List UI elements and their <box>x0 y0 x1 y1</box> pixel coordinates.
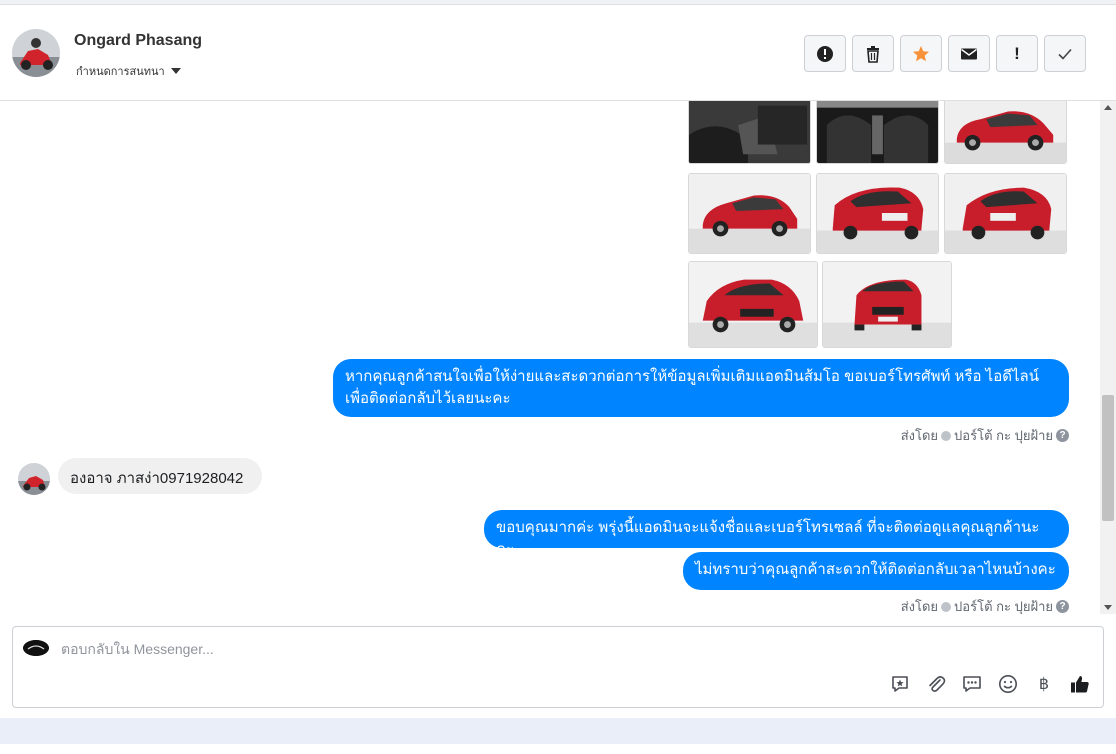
mark-done-button[interactable] <box>1044 35 1086 72</box>
sent-by-prefix: ส่งโดย <box>900 599 939 614</box>
car-photo-rear-quarter[interactable] <box>816 173 939 254</box>
delete-button[interactable] <box>852 35 894 72</box>
scroll-thumb[interactable] <box>1102 395 1114 521</box>
paperclip-icon <box>929 676 946 692</box>
star-button[interactable] <box>900 35 942 72</box>
reply-input[interactable] <box>61 639 861 659</box>
outgoing-message[interactable]: ไม่ทราบว่าคุณลูกค้าสะดวกให้ติดต่อกลับเวล… <box>683 552 1069 590</box>
saved-reply-icon <box>892 676 908 692</box>
report-spam-button[interactable] <box>804 35 846 72</box>
emoji-button[interactable] <box>997 673 1019 695</box>
conversation-scrollbar[interactable] <box>1100 101 1116 614</box>
baht-icon: ฿ <box>1038 676 1050 693</box>
bottom-strip <box>0 718 1116 744</box>
contact-avatar-small[interactable] <box>18 463 50 495</box>
car-photo-front-three-quarter[interactable] <box>688 261 818 348</box>
help-icon[interactable]: ? <box>1056 429 1069 442</box>
follow-up-button[interactable]: ! <box>996 35 1038 72</box>
mark-unread-button[interactable] <box>948 35 990 72</box>
star-icon <box>913 45 929 61</box>
agent-icon <box>941 601 952 612</box>
conversation-header: Ongard Phasang กำหนดการสนทนา ! <box>0 5 1116 101</box>
chat-bubble-icon <box>963 676 981 692</box>
sent-by-agent[interactable]: ปอร์โต้ กะ ปุยฝ้าย <box>954 425 1053 446</box>
car-photo-front-side[interactable] <box>944 101 1067 164</box>
help-icon[interactable]: ? <box>1056 600 1069 613</box>
messenger-inbox: Ongard Phasang กำหนดการสนทนา ! หากคุณลูก… <box>0 0 1116 754</box>
incoming-message[interactable]: องอาจ ภาสง่า0971928042 <box>58 458 262 494</box>
outgoing-message[interactable]: ขอบคุณมากค่ะ พรุ่งนี้แอดมินจะแจ้งชื่อและ… <box>484 510 1069 558</box>
contact-name[interactable]: Ongard Phasang <box>74 32 202 50</box>
assign-label: กำหนดการสนทนา <box>76 66 165 78</box>
smiley-icon <box>999 675 1017 693</box>
outgoing-message[interactable]: หากคุณลูกค้าสนใจเพื่อให้ง่ายและสะดวกต่อก… <box>333 359 1069 417</box>
composer-tools: ฿ <box>889 673 1091 695</box>
follow-up-label: ! <box>1014 43 1020 63</box>
agent-icon <box>941 430 952 441</box>
saved-reply-button[interactable] <box>889 673 911 695</box>
sent-by-info: ส่งโดย ปอร์โต้ กะ ปุยฝ้าย ? <box>901 596 1069 614</box>
envelope-icon <box>961 48 977 59</box>
chat-button[interactable] <box>961 673 983 695</box>
sent-by-info: ส่งโดย ปอร์โต้ กะ ปุยฝ้าย ? <box>901 425 1069 446</box>
assign-conversation-dropdown[interactable]: กำหนดการสนทนา <box>76 62 181 80</box>
like-button[interactable] <box>1069 673 1091 695</box>
car-photo-side[interactable] <box>688 173 811 254</box>
reply-composer: ฿ <box>12 626 1104 708</box>
caret-down-icon <box>170 68 181 74</box>
checkmark-icon <box>1058 48 1072 60</box>
scroll-up-arrow-icon[interactable] <box>1104 105 1112 110</box>
scroll-down-arrow-icon[interactable] <box>1104 605 1112 610</box>
contact-avatar[interactable] <box>12 29 60 77</box>
header-actions: ! <box>804 35 1086 72</box>
conversation-thread[interactable]: หากคุณลูกค้าสนใจเพื่อให้ง่ายและสะดวกต่อก… <box>0 101 1100 614</box>
thumbs-up-icon <box>1071 676 1089 693</box>
car-photo-front[interactable] <box>822 261 952 348</box>
trash-icon <box>867 45 879 63</box>
car-photo-rear[interactable] <box>944 173 1067 254</box>
payment-button[interactable]: ฿ <box>1033 673 1055 695</box>
sent-by-agent[interactable]: ปอร์โต้ กะ ปุยฝ้าย <box>954 596 1053 614</box>
car-photo-interior-front[interactable] <box>816 101 939 164</box>
sent-by-prefix: ส่งโดย <box>900 428 939 443</box>
page-avatar <box>23 640 49 656</box>
attach-button[interactable] <box>925 673 947 695</box>
exclamation-circle-icon <box>817 45 833 62</box>
car-photo-interior-seat[interactable] <box>688 101 811 164</box>
